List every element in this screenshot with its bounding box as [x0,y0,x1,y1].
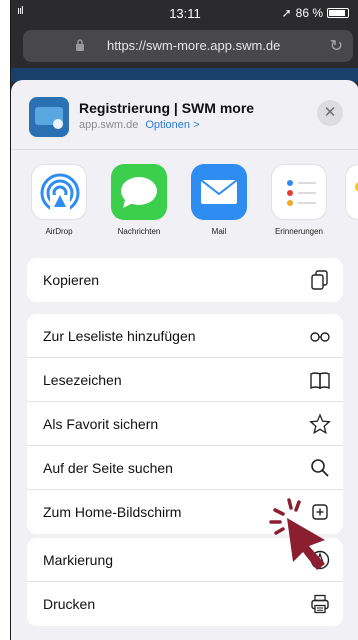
reload-icon[interactable]: ↻ [330,36,343,56]
app-label: Mail [211,227,227,236]
app-label: Erinnerungen [274,227,324,236]
messages-icon [111,164,167,220]
address-bar[interactable]: https://swm-more.app.swm.de ↻ [23,30,353,62]
action-bookmark[interactable]: Lesezeichen [27,358,343,402]
action-label: Als Favorit sichern [43,416,159,432]
lock-icon [76,39,84,51]
share-domain: app.swm.de [79,119,139,131]
action-label: Zur Leseliste hinzufügen [43,328,196,344]
search-icon [311,459,329,477]
share-subtitle: app.swm.de Optionen > [79,119,200,131]
action-group-copy: Kopieren [27,258,343,302]
status-right: ➚ 86 % [282,6,349,20]
app-messages[interactable]: Nachrichten [107,164,171,236]
glasses-icon [310,332,330,342]
app-reminders[interactable]: Erinnerungen [267,164,331,236]
app-more[interactable] [341,164,358,220]
action-label: Auf der Seite suchen [43,460,173,476]
reminders-icon [271,164,327,220]
status-bar: ııl 13:11 ➚ 86 % [11,0,358,26]
airdrop-icon [31,164,87,220]
printer-icon [311,594,329,614]
copy-icon [311,270,328,290]
star-icon [309,413,331,435]
action-find-on-page[interactable]: Auf der Seite suchen [27,446,343,490]
action-copy[interactable]: Kopieren [27,258,343,302]
more-app-icon [345,164,358,220]
tap-cursor-icon [269,498,325,570]
action-reading-list[interactable]: Zur Leseliste hinzufügen [27,314,343,358]
app-airdrop[interactable]: AirDrop [27,164,91,236]
action-label: Drucken [43,596,96,612]
close-button[interactable]: ✕ [317,100,343,126]
book-icon [310,372,330,390]
share-title: Registrierung | SWM more [79,100,255,116]
phone-screen: ııl 13:11 ➚ 86 % https://swm-more.app.sw… [10,0,358,640]
app-label: Nachrichten [117,227,161,236]
action-label: Lesezeichen [43,372,122,388]
battery-icon [327,8,349,18]
location-icon: ➚ [281,6,292,20]
app-label: AirDrop [45,227,73,236]
share-apps-row: AirDrop Nachrichten Mail Erinnerungen [11,164,358,244]
action-label: Markierung [43,552,114,568]
mail-icon [191,164,247,220]
action-label: Kopieren [43,272,100,288]
app-mail[interactable]: Mail [187,164,251,236]
options-link[interactable]: Optionen > [145,119,199,131]
share-header: Registrierung | SWM more app.swm.de Opti… [11,80,358,150]
action-label: Zum Home-Bildschirm [43,504,182,520]
battery-percent: 86 % [295,6,323,20]
action-print[interactable]: Drucken [27,582,343,626]
url-text: https://swm-more.app.swm.de [107,38,281,53]
action-favorite[interactable]: Als Favorit sichern [27,402,343,446]
site-icon [29,97,69,137]
